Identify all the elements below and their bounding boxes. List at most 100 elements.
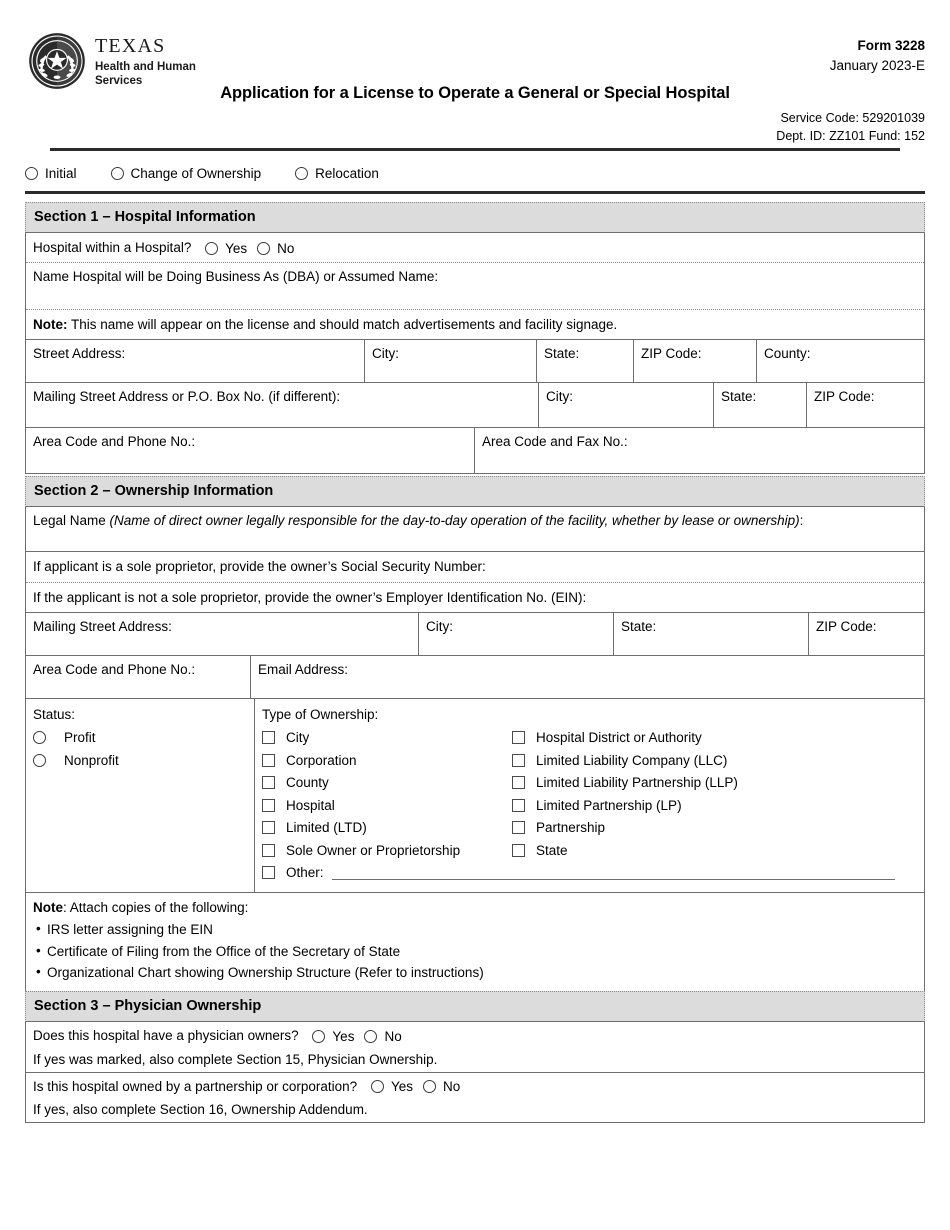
section-2: Section 2 – Ownership Information Legal …: [25, 476, 925, 995]
radio-circle-icon[interactable]: [25, 166, 38, 180]
ownership-left-column: City Corporation County Hospital Limited…: [262, 727, 512, 862]
checkbox-icon[interactable]: [262, 731, 275, 745]
partnership-corporation-no-radio[interactable]: [422, 1080, 436, 1094]
physician-owners-question: Does this hospital have a physician owne…: [33, 1028, 299, 1043]
fax-label: Area Code and Fax No.:: [482, 434, 628, 450]
radio-relocation-label: Relocation: [315, 165, 379, 181]
checkbox-icon[interactable]: [512, 821, 525, 835]
section-3-title: Section 3 – Physician Ownership: [25, 991, 925, 1022]
radio-relocation[interactable]: Relocation: [295, 166, 379, 181]
section-3: Section 3 – Physician Ownership Does thi…: [25, 991, 925, 1124]
list-item: Organizational Chart showing Ownership S…: [33, 961, 917, 984]
checkbox-limited-ltd[interactable]: Limited (LTD): [262, 817, 512, 840]
application-type-divider: [25, 191, 925, 194]
checkbox-corporation[interactable]: Corporation: [262, 749, 512, 772]
partnership-corporation-no-label: No: [442, 1079, 461, 1095]
status-nonprofit-label: Nonprofit: [64, 752, 119, 768]
checkbox-icon[interactable]: [262, 821, 275, 835]
status-profit-option[interactable]: Profit: [33, 727, 247, 750]
application-type-row: Initial Change of Ownership Relocation: [25, 160, 925, 186]
owner-zip-label: ZIP Code:: [816, 619, 877, 635]
checkbox-icon[interactable]: [512, 776, 525, 790]
checkbox-lp[interactable]: Limited Partnership (LP): [512, 794, 917, 817]
checkbox-other-label: Other:: [286, 865, 324, 881]
checkbox-state[interactable]: State: [512, 839, 917, 862]
street-zip-label: ZIP Code:: [641, 346, 702, 362]
dba-note-row: Note: This name will appear on the licen…: [26, 310, 924, 341]
phone-fax-row[interactable]: Area Code and Phone No.: Area Code and F…: [26, 428, 924, 474]
physician-owners-no-radio[interactable]: [364, 1029, 378, 1043]
checkbox-hospital[interactable]: Hospital: [262, 794, 512, 817]
dba-note-text: This name will appear on the license and…: [67, 316, 618, 332]
agency-name: TEXAS: [95, 35, 166, 57]
status-profit-label: Profit: [64, 730, 96, 746]
status-nonprofit-option[interactable]: Nonprofit: [33, 749, 247, 772]
checkbox-icon[interactable]: [262, 798, 275, 812]
partnership-corporation-question: Is this hospital owned by a partnership …: [33, 1078, 358, 1094]
status-ownership-row: Status: Profit Nonprofit Type of Ownersh…: [26, 699, 924, 894]
checkbox-icon[interactable]: [512, 753, 525, 767]
dba-name-row[interactable]: Name Hospital will be Doing Business As …: [26, 263, 924, 310]
checkbox-icon[interactable]: [262, 843, 275, 857]
checkbox-llp[interactable]: Limited Liability Partnership (LLP): [512, 772, 917, 795]
texas-hhs-seal-icon: [29, 33, 85, 89]
mailing-address-row[interactable]: Mailing Street Address or P.O. Box No. (…: [26, 383, 924, 429]
radio-circle-icon[interactable]: [33, 731, 46, 745]
physician-owners-no-label: No: [384, 1028, 402, 1044]
checkbox-icon[interactable]: [512, 731, 525, 745]
radio-initial[interactable]: Initial: [25, 166, 77, 181]
header-divider: [50, 148, 900, 151]
mailing-city-label: City:: [546, 389, 573, 405]
mailing-state-label: State:: [721, 389, 757, 405]
mailing-zip-label: ZIP Code:: [814, 389, 875, 405]
checkbox-icon[interactable]: [262, 866, 275, 880]
phone-label: Area Code and Phone No.:: [33, 434, 196, 450]
physician-owners-yes-radio[interactable]: [312, 1029, 326, 1043]
checkbox-icon[interactable]: [262, 753, 275, 767]
radio-circle-icon[interactable]: [33, 753, 46, 767]
attachments-note-row: Note: Attach copies of the following: IR…: [26, 893, 924, 993]
checkbox-hospital-district[interactable]: Hospital District or Authority: [512, 727, 917, 750]
hwh-no-label: No: [277, 240, 295, 256]
radio-change-of-ownership[interactable]: Change of Ownership: [110, 165, 262, 181]
checkbox-icon[interactable]: [512, 798, 525, 812]
partnership-corporation-yes-label: Yes: [390, 1079, 413, 1095]
checkbox-lp-label: Limited Partnership (LP): [536, 797, 682, 813]
attachments-note-text: : Attach copies of the following:: [63, 900, 249, 916]
physician-owners-question-row: Does this hospital have a physician owne…: [26, 1022, 924, 1049]
street-city-label: City:: [372, 346, 399, 362]
checkbox-icon[interactable]: [262, 776, 275, 790]
partnership-corporation-yes-radio[interactable]: [370, 1080, 384, 1094]
checkbox-limited-ltd-label: Limited (LTD): [286, 820, 367, 836]
street-address-label: Street Address:: [33, 346, 126, 362]
partnership-corporation-question-row: Is this hospital owned by a partnership …: [26, 1073, 924, 1100]
owner-city-label: City:: [426, 619, 453, 635]
hwh-no-radio[interactable]: [257, 241, 271, 255]
form-codes: Service Code: 529201039 Dept. ID: ZZ101 …: [776, 110, 925, 145]
agency-logo: TEXAS Health and Human Services: [28, 32, 196, 90]
hwh-yes-radio[interactable]: [205, 241, 219, 255]
ownership-type-label: Type of Ownership:: [262, 707, 379, 723]
partnership-corporation-block: Is this hospital owned by a partnership …: [26, 1073, 924, 1123]
legal-name-colon: :: [799, 513, 804, 528]
checkbox-partnership[interactable]: Partnership: [512, 817, 917, 840]
ein-label: If the applicant is not a sole proprieto…: [33, 589, 587, 605]
checkbox-icon[interactable]: [512, 843, 525, 857]
checkbox-llc[interactable]: Limited Liability Company (LLC): [512, 749, 917, 772]
owner-phone-email-row[interactable]: Area Code and Phone No.: Email Address:: [26, 656, 924, 700]
physician-owners-instruction: If yes was marked, also complete Section…: [33, 1051, 438, 1067]
checkbox-county[interactable]: County: [262, 772, 512, 795]
street-address-row[interactable]: Street Address: City: State: ZIP Code: C…: [26, 340, 924, 384]
checkbox-sole-owner[interactable]: Sole Owner or Proprietorship: [262, 839, 512, 862]
ein-row[interactable]: If the applicant is not a sole proprieto…: [26, 583, 924, 614]
legal-name-row[interactable]: Legal Name (Name of direct owner legally…: [26, 507, 924, 552]
radio-circle-icon[interactable]: [110, 166, 124, 180]
radio-circle-icon[interactable]: [295, 166, 309, 180]
owner-state-label: State:: [621, 619, 657, 635]
owner-mailing-address-row[interactable]: Mailing Street Address: City: State: ZIP…: [26, 613, 924, 657]
radio-change-of-ownership-label: Change of Ownership: [130, 165, 262, 181]
checkbox-other-row[interactable]: Other:: [262, 862, 917, 885]
checkbox-city[interactable]: City: [262, 727, 512, 750]
ssn-row[interactable]: If applicant is a sole proprietor, provi…: [26, 552, 924, 583]
other-text-input[interactable]: [331, 866, 895, 880]
